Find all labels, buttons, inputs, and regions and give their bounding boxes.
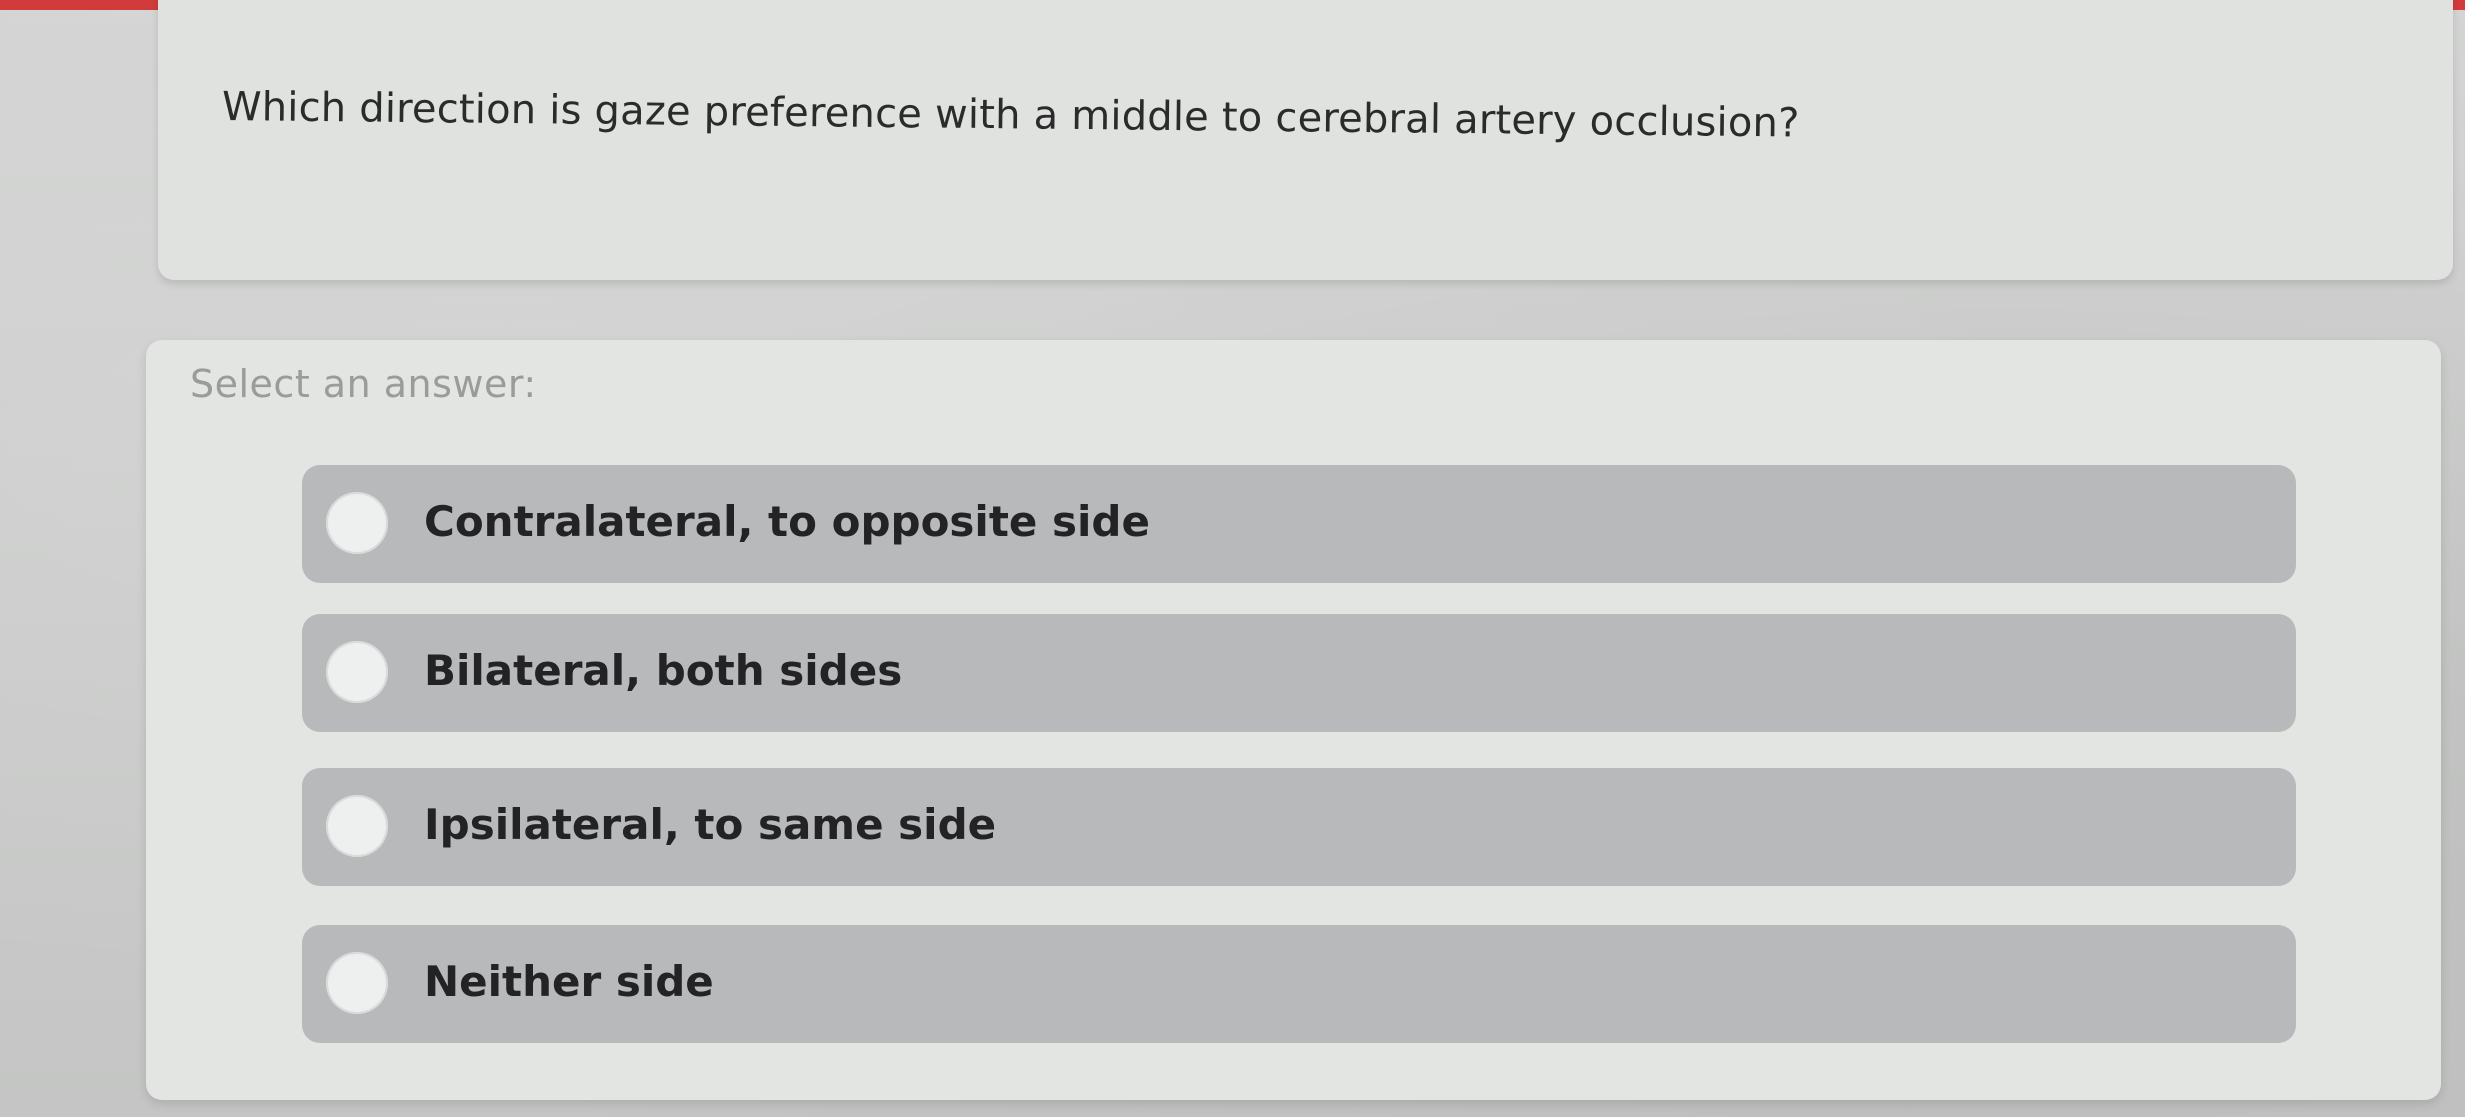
top-accent-bar — [0, 0, 160, 10]
answer-option-neither[interactable]: Neither side — [302, 925, 2296, 1043]
answer-option-label: Ipsilateral, to same side — [424, 800, 997, 849]
radio-circle-icon[interactable] — [326, 492, 388, 554]
answer-option-ipsilateral[interactable]: Ipsilateral, to same side — [302, 768, 2296, 886]
radio-circle-icon[interactable] — [326, 641, 388, 703]
answer-option-bilateral[interactable]: Bilateral, both sides — [302, 614, 2296, 732]
answer-option-contralateral[interactable]: Contralateral, to opposite side — [302, 465, 2296, 583]
radio-circle-icon[interactable] — [326, 795, 388, 857]
answer-option-label: Neither side — [424, 957, 714, 1006]
answer-prompt: Select an answer: — [190, 362, 537, 406]
radio-circle-icon[interactable] — [326, 952, 388, 1014]
answer-option-label: Bilateral, both sides — [424, 646, 903, 695]
answer-option-label: Contralateral, to opposite side — [424, 497, 1150, 546]
